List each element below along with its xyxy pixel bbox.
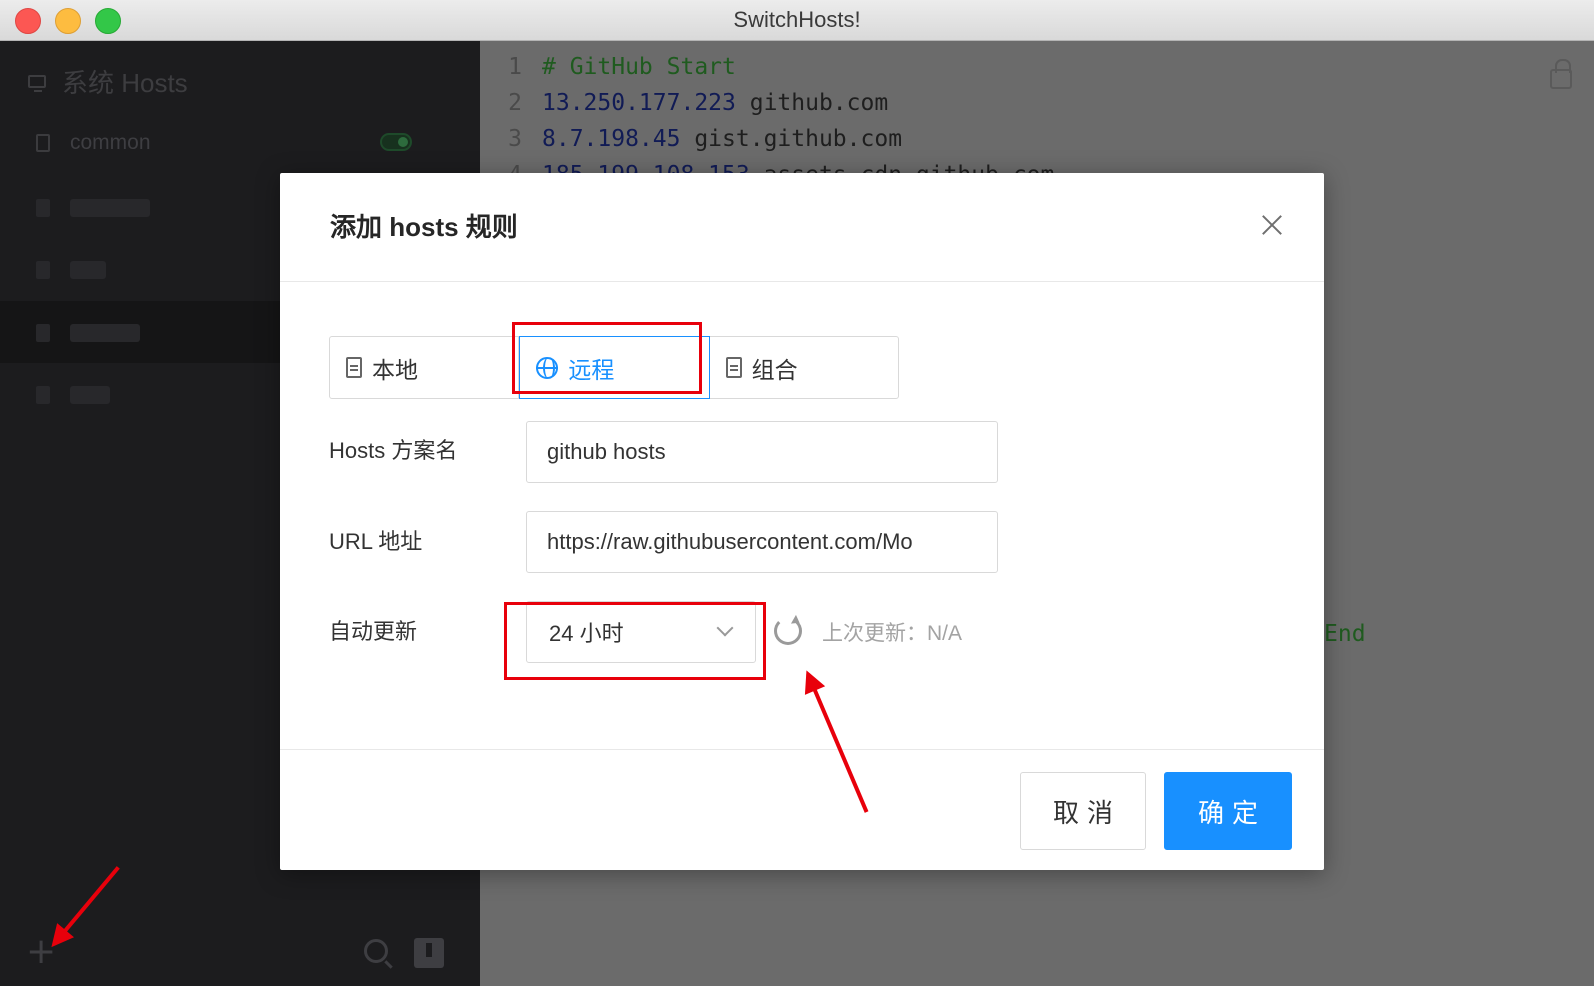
add-hosts-dialog: 添加 hosts 规则 本地 远程 组合 Hosts 方案名 URL 地址 自动… [280, 173, 1324, 870]
ok-button[interactable]: 确定 [1164, 772, 1292, 850]
file-icon [36, 261, 50, 279]
dialog-header: 添加 hosts 规则 [280, 173, 1324, 282]
sidebar-item-label [70, 386, 110, 404]
refresh-icon[interactable] [774, 617, 802, 645]
file-icon [36, 199, 50, 217]
file-icon [36, 386, 50, 404]
sidebar-item[interactable] [36, 261, 106, 279]
code-line: 3 8.7.198.45 gist.github.com [480, 121, 902, 157]
line-number: 3 [508, 126, 522, 152]
name-label: Hosts 方案名 [329, 438, 458, 463]
annotation-box-remote [512, 322, 702, 394]
sidebar-item[interactable] [36, 324, 140, 342]
window-title: SwitchHosts! [733, 7, 861, 32]
dialog-footer: 取消 确定 [280, 749, 1324, 870]
url-input[interactable] [526, 511, 998, 573]
monitor-icon [28, 74, 46, 92]
code-ip: 8.7.198.45 [542, 126, 681, 152]
last-update-text: 上次更新：N/A [822, 622, 963, 645]
enable-toggle[interactable] [380, 133, 412, 151]
auto-update-label: 自动更新 [329, 619, 418, 644]
type-option-label: 本地 [372, 356, 418, 383]
sidebar-item-label [70, 199, 150, 217]
code-end-comment: End [1324, 621, 1366, 647]
code-ip: 13.250.177.223 [542, 90, 736, 116]
files-icon [725, 357, 742, 378]
sidebar-item-label [70, 324, 140, 342]
line-number: 1 [508, 54, 522, 80]
title-bar: SwitchHosts! [0, 0, 1594, 41]
sidebar-item-label: 系统 Hosts [62, 67, 188, 98]
file-icon [36, 134, 50, 152]
annotation-box-auto-update [504, 602, 766, 680]
type-option-local[interactable]: 本地 [330, 337, 520, 398]
type-option-group[interactable]: 组合 [710, 337, 898, 398]
panel-toggle-icon[interactable] [414, 938, 444, 968]
file-icon [346, 357, 362, 378]
globe-icon [36, 324, 50, 342]
sidebar-item[interactable] [36, 386, 110, 404]
sidebar-item-system-hosts[interactable]: 系统 Hosts [28, 63, 188, 99]
close-icon[interactable] [1258, 211, 1286, 239]
code-line: 1 # GitHub Start [480, 49, 736, 85]
search-icon[interactable] [364, 939, 388, 963]
code-line: 2 13.250.177.223 github.com [480, 85, 888, 121]
sidebar-item-label: common [70, 131, 151, 154]
url-label: URL 地址 [329, 529, 423, 554]
sidebar-item[interactable] [36, 199, 150, 217]
hosts-name-input[interactable] [526, 421, 998, 483]
code-comment: # GitHub Start [542, 54, 736, 80]
code-host: gist.github.com [680, 126, 903, 152]
type-option-label: 组合 [751, 356, 798, 383]
lock-icon[interactable] [1550, 59, 1572, 89]
cancel-button[interactable]: 取消 [1020, 772, 1146, 850]
code-host: github.com [735, 90, 889, 116]
sidebar-item-common[interactable]: common [36, 123, 446, 163]
dialog-title: 添加 hosts 规则 [330, 212, 518, 242]
sidebar-item-label [70, 261, 106, 279]
line-number: 2 [508, 90, 522, 116]
